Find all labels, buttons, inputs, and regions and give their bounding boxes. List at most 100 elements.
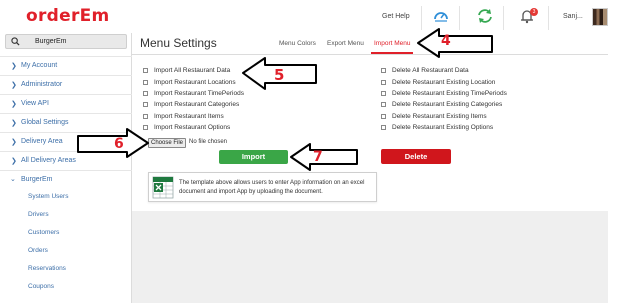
import-timeperiods-option[interactable]: Import Restaurant TimePeriods [143,90,244,100]
tab-import-menu[interactable]: Import Menu [374,40,411,47]
sidebar-item-label: Delivery Area [21,138,63,145]
get-help-link[interactable]: Get Help [382,13,410,20]
refresh-icon[interactable] [476,7,494,25]
top-header: orderEm Get Help 3 Sanj... [0,0,628,33]
notification-badge: 3 [530,8,538,16]
checkbox-label: Delete Restaurant Existing TimePeriods [392,90,507,97]
sidebar-subitem-label: Reservations [28,265,66,272]
checkbox[interactable] [381,68,386,73]
header-divider [548,6,549,30]
checkbox[interactable] [143,68,148,73]
template-info-box: The template above allows users to enter… [148,172,377,202]
import-options-option[interactable]: Import Restaurant Options [143,124,230,134]
annotation-number-4: 4 [441,33,451,49]
checkbox-label: Delete Restaurant Existing Categories [392,101,503,108]
checkbox-label: Delete Restaurant Existing Location [392,79,496,86]
sidebar-item-label: Administrator [21,81,63,88]
sidebar-item-label: View API [21,100,49,107]
content-background [132,211,608,303]
sidebar-subitem-reservations[interactable]: Reservations [0,260,132,278]
checkbox[interactable] [381,102,386,107]
checkbox-label: Import Restaurant Options [154,124,231,131]
sidebar-item-all-delivery-areas[interactable]: ❯ All Delivery Areas [0,151,132,170]
delete-button[interactable]: Delete [381,149,451,164]
checkbox-label: Delete All Restaurant Data [392,67,469,74]
delete-categories-option[interactable]: Delete Restaurant Existing Categories [381,101,502,111]
sidebar-search[interactable]: BurgerEm [5,34,127,49]
header-divider [459,6,460,30]
sidebar-subitem-label: Drivers [28,211,49,218]
sidebar-subitem-customers[interactable]: Customers [0,224,132,242]
template-info-text: The template above allows users to enter… [179,180,365,195]
sidebar-subitem-label: Orders [28,247,48,254]
checkbox[interactable] [143,114,148,119]
checkbox[interactable] [381,114,386,119]
sidebar-subitem-label: Coupons [28,283,55,290]
checkbox[interactable] [381,91,386,96]
dashboard-gauge-icon[interactable] [432,7,450,25]
checkbox-label: Delete Restaurant Existing Options [392,124,494,131]
import-categories-option[interactable]: Import Restaurant Categories [143,101,239,111]
header-divider [421,6,422,30]
checkbox-label: Import Restaurant Categories [154,101,240,108]
page-title: Menu Settings [140,36,217,50]
sidebar: BurgerEm ❯ My Account ❯ Administrator ❯ … [0,33,132,303]
delete-all-option[interactable]: Delete All Restaurant Data [381,67,469,77]
tab-export-menu[interactable]: Export Menu [327,40,364,47]
checkbox-label: Delete Restaurant Existing Items [392,113,487,120]
sidebar-item-view-api[interactable]: ❯ View API [0,94,132,113]
sidebar-item-administrator[interactable]: ❯ Administrator [0,75,132,94]
search-input[interactable]: BurgerEm [35,38,67,45]
sidebar-item-label: Global Settings [21,119,69,126]
import-locations-option[interactable]: Import Restaurant Locations [143,79,236,89]
chevron-right-icon: ❯ [11,120,17,127]
avatar[interactable] [592,8,608,26]
active-tab-indicator [371,52,413,54]
sidebar-item-label: My Account [21,62,58,69]
sidebar-item-delivery-area[interactable]: ❯ Delivery Area [0,132,132,151]
delete-items-option[interactable]: Delete Restaurant Existing Items [381,113,487,123]
page-header: Menu Settings Menu Colors Export Menu Im… [132,33,608,55]
checkbox-label: Import All Restaurant Data [154,67,231,74]
annotation-number-5: 5 [274,66,285,84]
sidebar-item-my-account[interactable]: ❯ My Account [0,56,132,75]
sidebar-item-burgerem[interactable]: ⌄ BurgerEm [0,170,132,189]
delete-timeperiods-option[interactable]: Delete Restaurant Existing TimePeriods [381,90,507,100]
chevron-right-icon: ❯ [11,158,17,165]
import-all-option[interactable]: Import All Restaurant Data [143,67,230,77]
sidebar-item-label: BurgerEm [21,176,53,183]
sidebar-subitem-label: System Users [28,193,69,200]
checkbox-label: Import Restaurant TimePeriods [154,90,244,97]
checkbox[interactable] [143,125,148,130]
checkbox[interactable] [381,80,386,85]
delete-options-option[interactable]: Delete Restaurant Existing Options [381,124,493,134]
checkbox[interactable] [143,102,148,107]
orderem-logo[interactable]: orderEm [26,6,110,26]
user-name[interactable]: Sanj... [563,13,583,20]
choose-file-button[interactable]: Choose File [148,138,186,148]
chevron-right-icon: ❯ [11,82,17,89]
checkbox[interactable] [143,91,148,96]
sidebar-subitem-orders[interactable]: Orders [0,242,132,260]
sidebar-subitem-system-users[interactable]: System Users [0,188,132,206]
sidebar-subitem-drivers[interactable]: Drivers [0,206,132,224]
import-items-option[interactable]: Import Restaurant Items [143,113,224,123]
header-divider [503,6,504,30]
chevron-right-icon: ❯ [11,139,17,146]
file-status-text: No file chosen [189,139,228,145]
delete-locations-option[interactable]: Delete Restaurant Existing Location [381,79,495,89]
import-button[interactable]: Import [219,150,288,164]
chevron-down-icon: ⌄ [10,176,16,183]
chevron-right-icon: ❯ [11,63,17,70]
sidebar-subitem-coupons[interactable]: Coupons [0,278,132,296]
checkbox[interactable] [143,80,148,85]
checkbox[interactable] [381,125,386,130]
sidebar-subitem-label: Customers [28,229,60,236]
tab-menu-colors[interactable]: Menu Colors [279,40,316,47]
sidebar-item-global-settings[interactable]: ❯ Global Settings [0,113,132,132]
excel-file-icon[interactable] [152,176,174,199]
checkbox-label: Import Restaurant Locations [154,79,236,86]
search-icon [11,37,20,46]
annotation-number-6: 6 [114,136,124,152]
checkbox-label: Import Restaurant Items [154,113,224,120]
